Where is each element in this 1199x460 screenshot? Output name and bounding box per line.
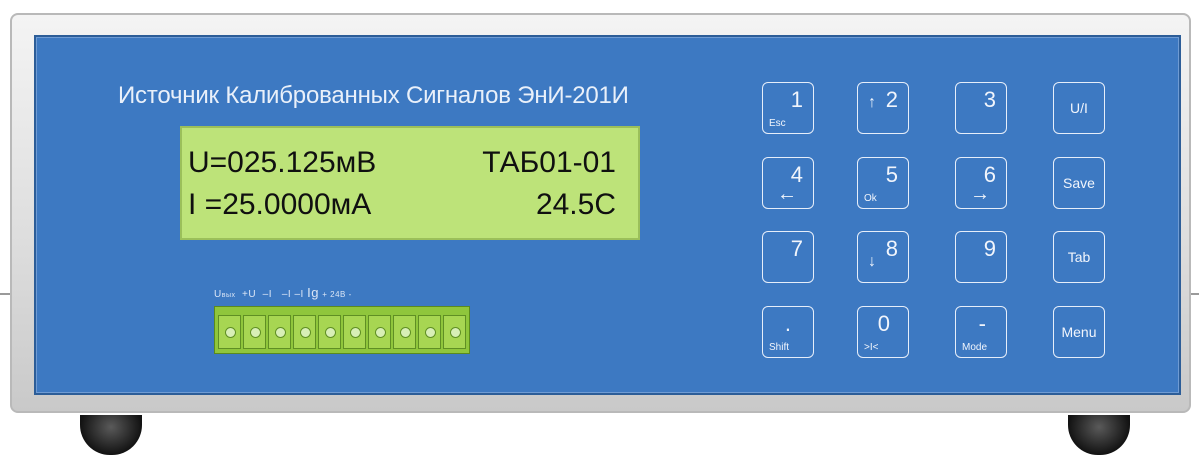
key-minus-label: - <box>978 311 986 336</box>
key-3[interactable]: 3 <box>955 82 1007 134</box>
key-4-left[interactable]: 4 ← <box>762 157 814 209</box>
terminal-label-u: U <box>214 289 222 300</box>
key-ui-label: U/I <box>1070 100 1088 116</box>
temperature-readout: 24.5C <box>535 188 616 221</box>
key-8-down[interactable]: ↓ 8 <box>857 231 909 283</box>
key-5-sublabel: Ok <box>864 193 877 204</box>
current-readout: I =25.0000мА <box>188 188 372 221</box>
device-title: Источник Калиброванных Сигналов ЭнИ-201И <box>118 82 629 109</box>
key-ui[interactable]: U/I <box>1053 82 1105 134</box>
key-menu-label: Menu <box>1061 324 1097 340</box>
key-dot-label: . <box>784 311 791 336</box>
terminal-label-i2: –I –I <box>281 289 304 300</box>
key-0-sublabel: >I< <box>864 342 879 353</box>
key-menu[interactable]: Menu <box>1053 306 1105 358</box>
key-dot-shift[interactable]: . Shift <box>762 306 814 358</box>
key-minus-sublabel: Mode <box>962 342 988 353</box>
key-2-label: 2 <box>885 87 898 112</box>
terminal-screw[interactable] <box>393 315 416 349</box>
key-5-ok[interactable]: 5 Ok <box>857 157 909 209</box>
key-0-label: 0 <box>877 311 890 336</box>
key-5-label: 5 <box>885 162 898 187</box>
terminal-label-24v: + 24В - <box>322 290 352 299</box>
key-1-label: 1 <box>790 87 803 112</box>
arrow-left-icon: ← <box>777 183 797 205</box>
terminal-label-u-sub: вых <box>221 292 236 299</box>
lcd-display: U=025.125мВ ТАБ01-01 I =25.0000мА 24.5C <box>180 126 640 240</box>
terminal-screw[interactable] <box>368 315 391 349</box>
key-7[interactable]: 7 <box>762 231 814 283</box>
key-save-label: Save <box>1063 175 1095 191</box>
terminal-screw[interactable] <box>268 315 291 349</box>
key-6-right[interactable]: 6 → <box>955 157 1007 209</box>
arrow-down-icon: ↓ <box>868 253 876 270</box>
arrow-right-icon: → <box>970 183 990 205</box>
key-save[interactable]: Save <box>1053 157 1105 209</box>
terminal-screw[interactable] <box>418 315 441 349</box>
table-readout: ТАБ01-01 <box>482 146 616 179</box>
left-foot <box>80 415 142 455</box>
terminal-screw[interactable] <box>243 315 266 349</box>
terminal-block <box>214 306 470 354</box>
terminal-label-plus-u: +U <box>242 289 257 300</box>
key-7-label: 7 <box>790 236 803 261</box>
key-1-esc[interactable]: 1 Esc <box>762 82 814 134</box>
key-0[interactable]: 0 >I< <box>857 306 909 358</box>
key-9-label: 9 <box>983 236 996 261</box>
voltage-readout: U=025.125мВ <box>188 146 377 179</box>
terminal-screw[interactable] <box>343 315 366 349</box>
key-minus-mode[interactable]: - Mode <box>955 306 1007 358</box>
key-tab[interactable]: Tab <box>1053 231 1105 283</box>
terminal-screw[interactable] <box>443 315 466 349</box>
terminal-label-ig: Ig <box>307 285 319 300</box>
terminal-screw[interactable] <box>218 315 241 349</box>
key-3-label: 3 <box>983 87 996 112</box>
terminal-screw[interactable] <box>293 315 316 349</box>
key-dot-sublabel: Shift <box>769 342 790 353</box>
key-9[interactable]: 9 <box>955 231 1007 283</box>
terminal-label-i1: –I <box>262 289 273 300</box>
arrow-up-icon: ↑ <box>868 94 876 111</box>
key-1-sublabel: Esc <box>769 118 786 129</box>
terminal-labels: Uвых +U –I –I –I Ig + 24В - <box>214 285 352 300</box>
right-foot <box>1068 415 1130 455</box>
key-8-label: 8 <box>885 236 898 261</box>
key-2-up[interactable]: ↑ 2 <box>857 82 909 134</box>
terminal-screw[interactable] <box>318 315 341 349</box>
key-tab-label: Tab <box>1067 249 1091 265</box>
